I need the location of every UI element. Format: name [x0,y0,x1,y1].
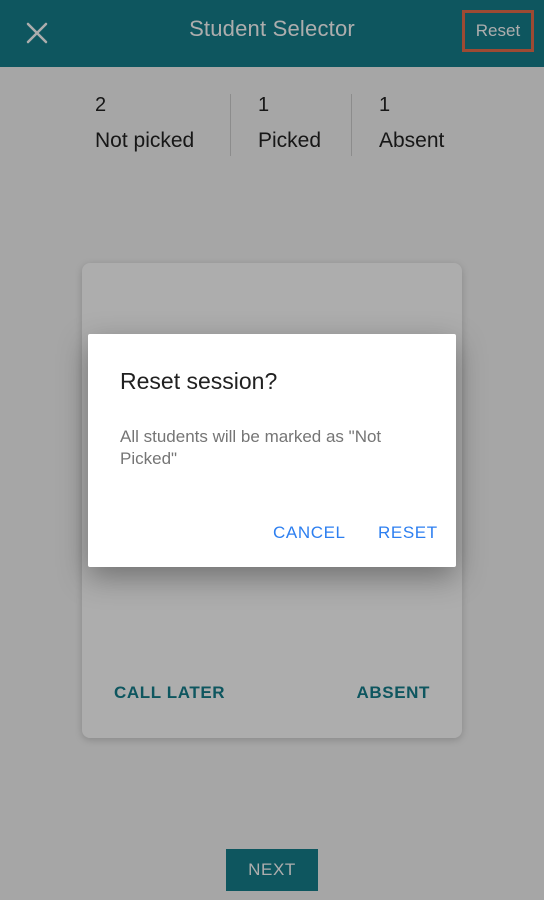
confirm-reset-button[interactable]: RESET [378,523,438,543]
dialog-message: All students will be marked as "Not Pick… [120,427,382,468]
cancel-button[interactable]: CANCEL [273,523,346,543]
dialog-title: Reset session? [120,368,278,394]
reset-session-dialog: Reset session? All students will be mark… [88,334,456,567]
